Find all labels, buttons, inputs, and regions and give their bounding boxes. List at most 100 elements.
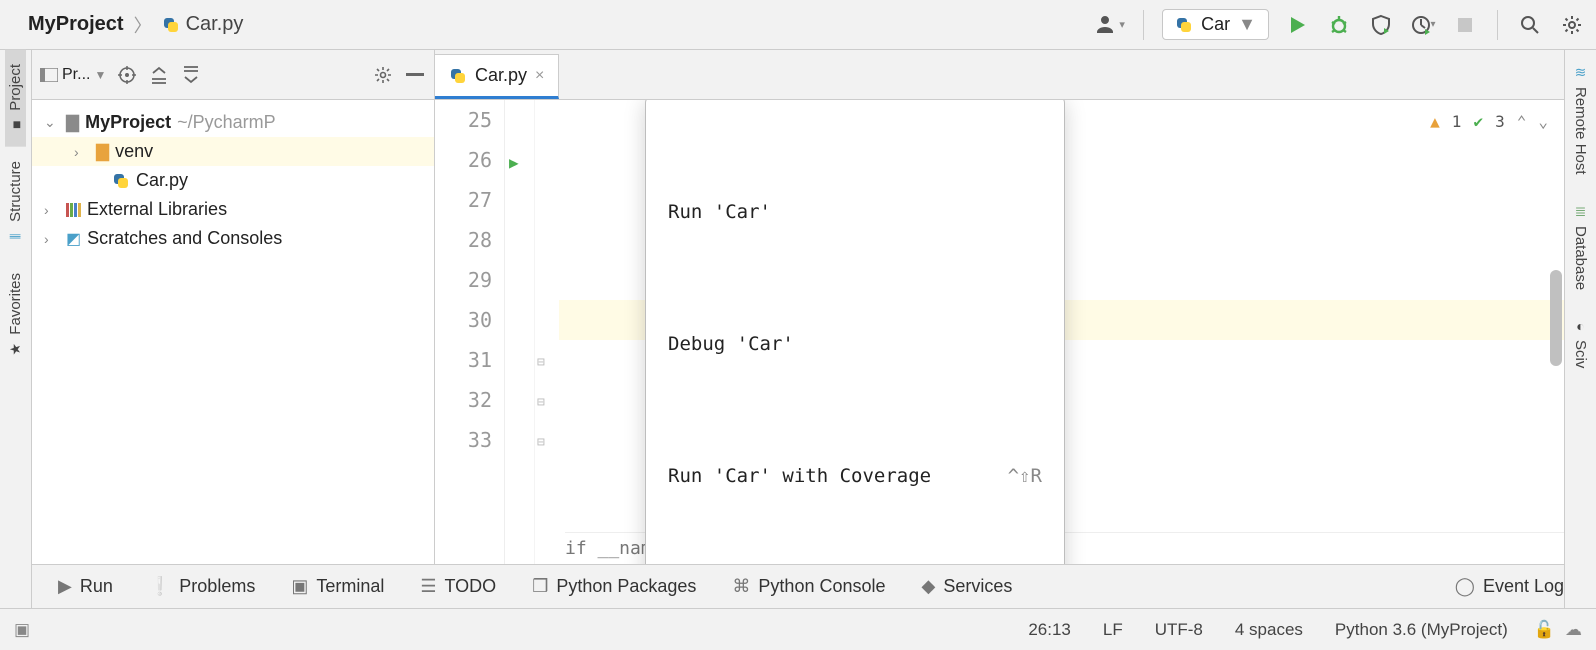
- project-panel-title[interactable]: Pr...▼: [40, 66, 106, 84]
- sciview-label: Sciv: [1572, 340, 1589, 368]
- favorites-tool-tab[interactable]: ★Favorites: [5, 259, 26, 372]
- editor-lines[interactable]: : my_car = Car() print("I'm a car!") whi…: [559, 100, 1564, 564]
- ctx-run-item[interactable]: Run 'Car': [646, 186, 1064, 238]
- close-icon[interactable]: ×: [535, 67, 544, 85]
- tree-root-path: ~/PycharmP: [177, 112, 276, 133]
- external-libraries-icon: [66, 203, 81, 217]
- status-interpreter[interactable]: Python 3.6 (MyProject): [1319, 620, 1524, 640]
- folder-icon: ▇: [96, 142, 109, 162]
- settings-button[interactable]: [1558, 11, 1586, 39]
- breadcrumb-file-label: Car.py: [186, 13, 244, 36]
- tree-venv-label: venv: [115, 141, 153, 162]
- tree-carfile-label: Car.py: [136, 170, 188, 191]
- tree-scratch-item[interactable]: › ◩ Scratches and Consoles: [32, 224, 434, 253]
- fold-marker[interactable]: ⊟: [537, 383, 545, 423]
- stop-button[interactable]: [1451, 11, 1479, 39]
- tree-venv-item[interactable]: › ▇ venv: [32, 137, 434, 166]
- warning-icon: ▲: [1430, 102, 1440, 142]
- fold-gutter: ⊟ ⊟ ⊟: [535, 100, 559, 564]
- next-highlight-icon[interactable]: ⌄: [1538, 102, 1548, 142]
- project-tool-label: Project: [7, 64, 24, 111]
- vcs-user-icon[interactable]: ▾: [1097, 11, 1125, 39]
- warning-count: 1: [1452, 102, 1462, 142]
- chevron-right-icon: 〉: [130, 12, 156, 38]
- line-number: 25: [435, 100, 492, 140]
- ctx-coverage-item[interactable]: Run 'Car' with Coverage^⇧R: [646, 450, 1064, 502]
- collapse-all-icon[interactable]: [180, 64, 202, 86]
- run-tool-tab[interactable]: ▶Run: [58, 576, 113, 597]
- line-number: 26: [435, 140, 492, 180]
- fold-marker[interactable]: ⊟: [537, 343, 545, 383]
- editor-tab-car[interactable]: Car.py ×: [435, 54, 559, 99]
- editor-tab-label: Car.py: [475, 65, 527, 86]
- chevron-down-icon: ⌄: [44, 114, 60, 131]
- project-panel-header: Pr...▼: [32, 50, 434, 100]
- prev-highlight-icon[interactable]: ⌃: [1517, 102, 1527, 142]
- debug-button[interactable]: [1325, 11, 1353, 39]
- search-everywhere-button[interactable]: [1516, 11, 1544, 39]
- run-button[interactable]: [1283, 11, 1311, 39]
- left-tool-tabs: ■Project ⦀Structure ★Favorites: [0, 50, 32, 608]
- navigation-bar: MyProject 〉 Car.py ▾ Car ▼ ▾: [0, 0, 1596, 50]
- database-tool-tab[interactable]: ≣Database: [1570, 189, 1591, 304]
- status-encoding[interactable]: UTF-8: [1139, 620, 1219, 640]
- breadcrumb: MyProject 〉 Car.py: [28, 12, 243, 38]
- coverage-button[interactable]: [1367, 11, 1395, 39]
- status-caret[interactable]: 26:13: [1012, 620, 1087, 640]
- gutter-run-icon[interactable]: ▶: [509, 143, 519, 183]
- event-log-tool-tab[interactable]: ◯Event Log: [1455, 576, 1564, 597]
- breadcrumb-project[interactable]: MyProject: [28, 13, 124, 36]
- line-number: 31: [435, 340, 492, 380]
- todo-tool-tab[interactable]: ☰TODO: [420, 576, 496, 597]
- bottom-tool-tabs: ▶Run ❕Problems ▣Terminal ☰TODO ❒Python P…: [32, 564, 1564, 608]
- remote-host-tool-tab[interactable]: ≋Remote Host: [1570, 50, 1591, 189]
- memory-hat-icon[interactable]: ☁: [1555, 620, 1582, 640]
- line-number: 32: [435, 380, 492, 420]
- terminal-tool-tab[interactable]: ▣Terminal: [291, 576, 384, 597]
- database-label: Database: [1572, 226, 1589, 290]
- python-console-tool-tab[interactable]: ⌘Python Console: [732, 576, 885, 597]
- run-config-selector[interactable]: Car ▼: [1162, 9, 1269, 40]
- packages-tool-tab[interactable]: ❒Python Packages: [532, 576, 696, 597]
- tree-carfile-item[interactable]: Car.py: [32, 166, 434, 195]
- services-tool-tab[interactable]: ◆Services: [922, 576, 1013, 597]
- run-gutter: ▶: [505, 100, 535, 564]
- main-toolbar: ▾ Car ▼ ▾: [1097, 9, 1586, 40]
- ctx-debug-item[interactable]: Debug 'Car': [646, 318, 1064, 370]
- hide-icon[interactable]: [404, 64, 426, 86]
- project-panel: Pr...▼ ⌄ ▇ MyProject ~/PycharmP › ▇ venv: [32, 50, 435, 564]
- fold-marker[interactable]: ⊟: [537, 423, 545, 463]
- problems-tool-tab[interactable]: ❕Problems: [149, 576, 255, 597]
- separator: [1497, 10, 1498, 40]
- gear-icon[interactable]: [372, 64, 394, 86]
- show-tool-windows-icon[interactable]: ▣: [14, 620, 30, 640]
- structure-tool-tab[interactable]: ⦀Structure: [5, 147, 26, 259]
- inspection-widget[interactable]: ▲1 ✔3 ⌃ ⌄: [1430, 102, 1548, 142]
- check-icon: ✔: [1473, 102, 1483, 142]
- line-number: 28: [435, 220, 492, 260]
- target-icon[interactable]: [116, 64, 138, 86]
- run-config-label: Car: [1201, 14, 1230, 35]
- status-line-separator[interactable]: LF: [1087, 620, 1139, 640]
- project-tool-tab[interactable]: ■Project: [5, 50, 26, 147]
- line-number: 30: [435, 300, 492, 340]
- tree-root-item[interactable]: ⌄ ▇ MyProject ~/PycharmP: [32, 108, 434, 137]
- tree-root-label: MyProject: [85, 112, 171, 133]
- readonly-lock-icon[interactable]: 🔓: [1524, 620, 1555, 640]
- status-bar: ▣ 26:13 LF UTF-8 4 spaces Python 3.6 (My…: [0, 608, 1596, 650]
- expand-all-icon[interactable]: [148, 64, 170, 86]
- line-number: 29: [435, 260, 492, 300]
- ctx-coverage-label: Run 'Car' with Coverage: [668, 456, 931, 496]
- gutter-context-menu: Run 'Car' Debug 'Car' Run 'Car' with Cov…: [645, 100, 1065, 564]
- tree-extlib-item[interactable]: › External Libraries: [32, 195, 434, 224]
- ctx-run-label: Run 'Car': [668, 192, 771, 232]
- breadcrumb-file[interactable]: Car.py: [162, 13, 244, 36]
- status-indent[interactable]: 4 spaces: [1219, 620, 1319, 640]
- python-file-icon: [1175, 16, 1193, 34]
- chevron-down-icon: ▼: [1238, 14, 1256, 35]
- profile-button[interactable]: ▾: [1409, 11, 1437, 39]
- editor-code-area[interactable]: ▲1 ✔3 ⌃ ⌄ 25 26 27 28 29 30 31 32 33 ▶ ⊟: [435, 100, 1564, 564]
- tree-extlib-label: External Libraries: [87, 199, 227, 220]
- sciview-tool-tab[interactable]: ◐Sciv: [1570, 304, 1591, 382]
- editor-scrollbar[interactable]: [1550, 270, 1562, 366]
